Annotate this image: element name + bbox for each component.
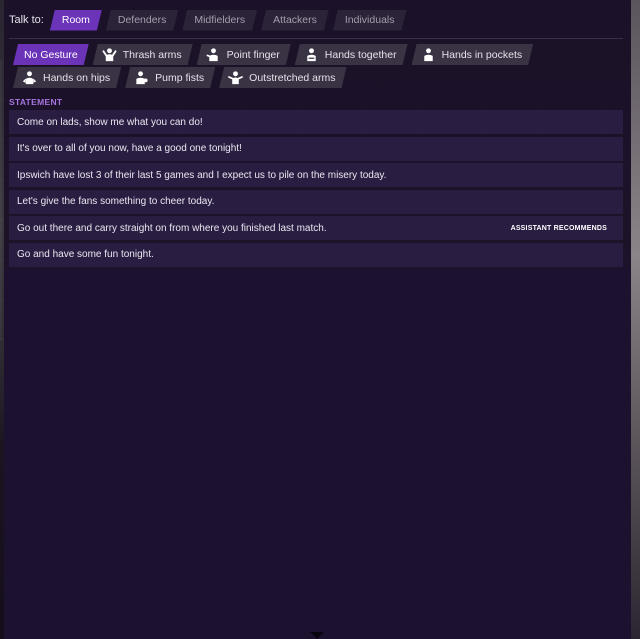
tab-midfielders[interactable]: Midfielders xyxy=(182,10,257,31)
gesture-label: Outstretched arms xyxy=(249,71,336,84)
gesture-label: Point finger xyxy=(226,48,280,61)
tab-individuals[interactable]: Individuals xyxy=(333,10,407,31)
statement-option[interactable]: Go and have some fun tonight. xyxy=(9,242,623,267)
gesture-selector: No Gesture Thrash arms Point finger Hand… xyxy=(13,44,625,88)
talk-to-label: Talk to: xyxy=(9,14,44,26)
statement-option[interactable]: Come on lads, show me what you can do! xyxy=(9,110,623,134)
hands-on-hips-icon xyxy=(22,70,37,85)
outstretched-arms-icon xyxy=(228,70,243,85)
gesture-label: Hands in pockets xyxy=(441,48,523,61)
panel-pointer xyxy=(310,632,324,639)
header-divider xyxy=(9,38,623,39)
thrash-arms-icon xyxy=(102,47,117,62)
statement-option[interactable]: Go out there and carry straight on from … xyxy=(9,216,623,241)
statement-section-label: STATEMENT xyxy=(9,97,63,107)
statement-text: Go out there and carry straight on from … xyxy=(17,222,327,234)
gesture-pump-fists[interactable]: Pump fists xyxy=(125,67,215,88)
talk-to-bar: Talk to: Room Defenders Midfielders Atta… xyxy=(9,9,407,31)
gesture-thrash-arms[interactable]: Thrash arms xyxy=(93,44,193,65)
gesture-hands-in-pockets[interactable]: Hands in pockets xyxy=(412,44,534,65)
statement-text: It's over to all of you now, have a good… xyxy=(17,143,242,155)
statement-text: Go and have some fun tonight. xyxy=(17,249,154,261)
gesture-label: Thrash arms xyxy=(122,48,182,61)
gesture-hands-together[interactable]: Hands together xyxy=(295,44,408,65)
gesture-label: Hands together xyxy=(324,48,397,61)
background-edge xyxy=(631,0,640,639)
gesture-hands-on-hips[interactable]: Hands on hips xyxy=(13,67,121,88)
statement-option[interactable]: Let's give the fans something to cheer t… xyxy=(9,189,623,214)
gesture-no-gesture[interactable]: No Gesture xyxy=(13,44,89,65)
assistant-recommends-badge: ASSISTANT RECOMMENDS xyxy=(510,224,607,232)
statement-option[interactable]: Ipswich have lost 3 of their last 5 game… xyxy=(9,163,623,188)
gesture-outstretched-arms[interactable]: Outstretched arms xyxy=(219,67,346,88)
gesture-label: Hands on hips xyxy=(43,71,111,84)
statement-option[interactable]: It's over to all of you now, have a good… xyxy=(9,136,623,161)
tab-attackers[interactable]: Attackers xyxy=(261,10,329,31)
panel-empty-area xyxy=(4,268,631,639)
hands-together-icon xyxy=(304,47,319,62)
statement-text: Let's give the fans something to cheer t… xyxy=(17,196,215,208)
tab-defenders[interactable]: Defenders xyxy=(106,10,178,31)
gesture-point-finger[interactable]: Point finger xyxy=(197,44,291,65)
hands-in-pockets-icon xyxy=(421,47,436,62)
statement-text: Come on lads, show me what you can do! xyxy=(17,116,203,128)
gesture-label: Pump fists xyxy=(155,71,205,84)
statement-list: Come on lads, show me what you can do! I… xyxy=(9,110,623,270)
point-finger-icon xyxy=(206,47,221,62)
tab-room[interactable]: Room xyxy=(50,10,102,31)
pump-fists-icon xyxy=(134,70,149,85)
gesture-label: No Gesture xyxy=(24,48,78,61)
statement-text: Ipswich have lost 3 of their last 5 game… xyxy=(17,169,387,181)
